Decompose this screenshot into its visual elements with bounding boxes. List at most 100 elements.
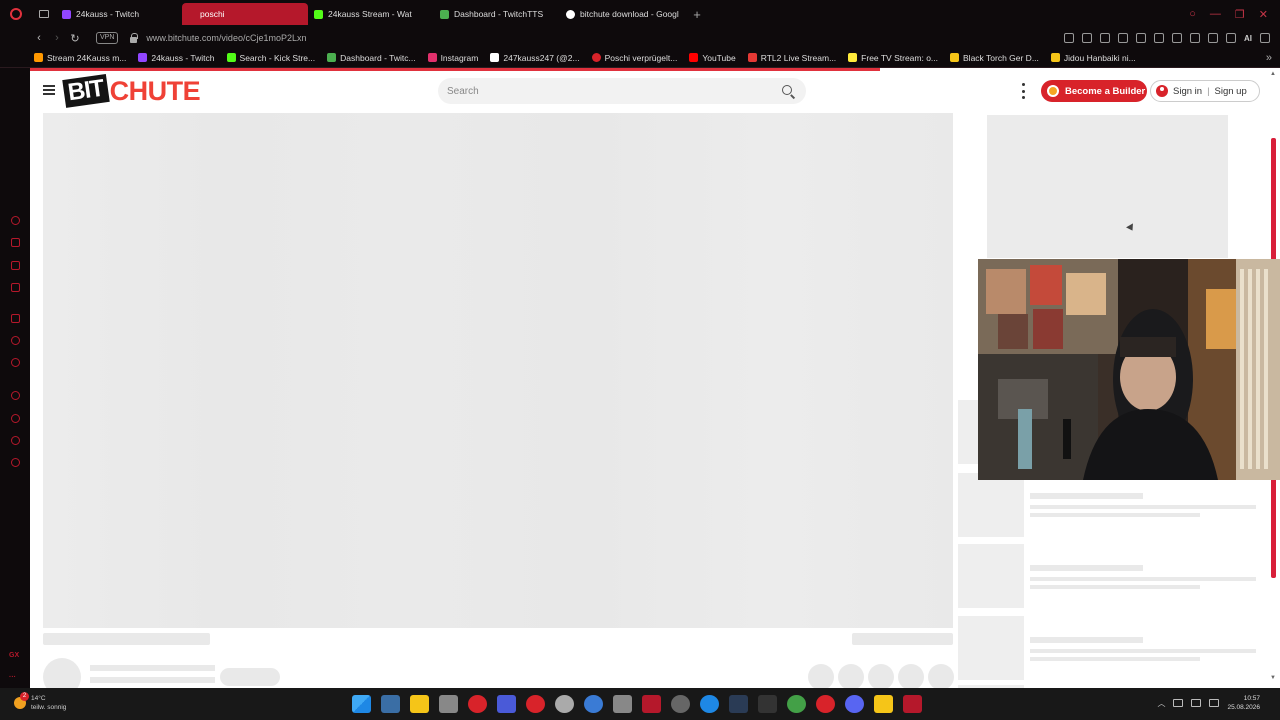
volume-icon[interactable] [1191, 699, 1202, 707]
sidebar-settings-icon[interactable] [11, 458, 20, 467]
app-icon[interactable] [468, 695, 487, 713]
notification-badge: 2 [20, 692, 29, 701]
bookmark-item[interactable]: Black Torch Ger D... [950, 53, 1039, 63]
obs-icon[interactable] [671, 695, 690, 713]
clock[interactable]: 10:57 25.08.2026 [1227, 694, 1260, 712]
tab-google[interactable]: bitchute download - Googl [560, 3, 686, 25]
search-tabs-icon[interactable]: ○ [1189, 8, 1196, 21]
sidebar-player-icon[interactable] [11, 283, 20, 292]
reload-icon[interactable]: ↻ [66, 28, 84, 48]
tab-twitch[interactable]: 24kauss - Twitch [56, 3, 182, 25]
sidebar-messenger-icon[interactable] [11, 314, 20, 323]
maximize-icon[interactable]: ❐ [1235, 8, 1245, 21]
bookmark-item[interactable]: Search - Kick Stre... [226, 53, 315, 63]
bookmark-item[interactable]: 24kauss - Twitch [138, 53, 215, 63]
scroll-down-icon[interactable]: ▼ [1270, 675, 1276, 681]
search-icon[interactable] [782, 85, 792, 95]
user-icon [1156, 85, 1168, 97]
hamburger-menu-icon[interactable] [43, 85, 55, 95]
app-icon[interactable] [642, 695, 661, 713]
bookmark-item[interactable]: Instagram [427, 53, 478, 63]
v-app-icon[interactable] [497, 695, 516, 713]
bitchute-logo[interactable]: BIT CHUTE [62, 74, 201, 108]
sidebar-red-icon[interactable] [11, 358, 20, 367]
play-icon[interactable] [1136, 33, 1146, 43]
app-icon[interactable] [613, 695, 632, 713]
sign-up-link[interactable]: Sign up [1215, 86, 1247, 97]
tray-expand-icon[interactable]: ︿ [1157, 698, 1165, 709]
app-icon[interactable] [584, 695, 603, 713]
network-icon[interactable] [1173, 699, 1184, 707]
app-icon[interactable] [874, 695, 893, 713]
app-icon[interactable] [700, 695, 719, 713]
translate-icon[interactable] [1118, 33, 1128, 43]
download-icon[interactable] [1208, 33, 1218, 43]
bookmark-item[interactable]: RTL2 Live Stream... [747, 53, 836, 63]
avatar[interactable] [1190, 33, 1200, 43]
snapshot-icon[interactable] [1082, 33, 1092, 43]
bookmark-item[interactable]: Dashboard - Twitc... [327, 53, 416, 63]
new-tab-button[interactable]: + [686, 3, 708, 25]
app-icon[interactable] [555, 695, 574, 713]
file-explorer-icon[interactable] [410, 695, 429, 713]
related-meta-skeleton [1030, 505, 1256, 509]
action-skeleton [838, 664, 864, 688]
battery-icon[interactable] [1209, 699, 1220, 707]
tab-kick[interactable]: 24kauss Stream - Wat [308, 3, 434, 25]
app-icon[interactable] [903, 695, 922, 713]
opera-gx-icon[interactable] [816, 695, 835, 713]
sign-in-link[interactable]: Sign in [1173, 86, 1202, 97]
search-input[interactable] [447, 85, 747, 97]
start-icon[interactable] [352, 695, 371, 713]
sidebar-percent-icon[interactable] [11, 336, 20, 345]
sidebar-clock-icon[interactable] [11, 414, 20, 423]
sidebar-aria-icon[interactable] [11, 216, 20, 225]
app-icon[interactable] [758, 695, 777, 713]
mouse-app-icon[interactable] [439, 695, 458, 713]
more-options-icon[interactable] [1022, 83, 1026, 99]
bookmark-item[interactable]: Free TV Stream: o... [848, 53, 938, 63]
become-builder-button[interactable]: Become a Builder [1041, 80, 1147, 102]
url-field[interactable]: www.bitchute.com/video/cCje1moP2Lxn [146, 33, 306, 43]
sidebar-gx-icon[interactable]: GX [9, 652, 19, 659]
opera-logo-icon[interactable] [0, 0, 32, 28]
scroll-up-icon[interactable]: ▲ [1270, 71, 1276, 77]
video-player-skeleton[interactable] [43, 113, 953, 628]
menu-icon[interactable] [1260, 33, 1270, 43]
cube-icon[interactable] [1172, 33, 1182, 43]
weather-widget[interactable]: 2 14°C teilw. sonnig [14, 692, 66, 712]
forward-icon[interactable]: › [48, 28, 66, 48]
chrome-icon[interactable] [787, 695, 806, 713]
bookmark-item[interactable]: YouTube [689, 52, 736, 63]
bookmarks-more-button[interactable]: » [1266, 52, 1280, 64]
sidebar-twitch-icon[interactable] [11, 261, 20, 270]
lock-icon[interactable] [126, 32, 140, 43]
minimize-icon[interactable]: — [1210, 8, 1221, 21]
sidebar-bag-icon[interactable] [11, 238, 20, 247]
heart-icon[interactable] [1154, 33, 1164, 43]
sidebar-target-icon[interactable] [11, 391, 20, 400]
ai-button[interactable]: AI [1244, 34, 1252, 43]
tab-dashboard[interactable]: Dashboard - TwitchTTS [434, 3, 560, 25]
close-icon[interactable]: ✕ [1259, 8, 1268, 21]
shield-icon[interactable] [1100, 33, 1110, 43]
discord-icon[interactable] [845, 695, 864, 713]
bookmark-icon[interactable] [1064, 33, 1074, 43]
related-thumb-skeleton [958, 616, 1024, 680]
bookmark-item[interactable]: Stream 24Kauss m... [34, 53, 126, 63]
tab-poschi[interactable]: poschi [182, 3, 308, 25]
calculator-icon[interactable] [381, 695, 400, 713]
send-icon[interactable] [1226, 33, 1236, 43]
app-icon[interactable] [526, 695, 545, 713]
sidebar-cube-icon[interactable] [11, 436, 20, 445]
bookmark-item[interactable]: Jidou Hanbaiki ni... [1050, 53, 1136, 63]
vpn-badge[interactable]: VPN [96, 32, 119, 44]
bookmark-label: YouTube [702, 52, 736, 63]
bookmark-item[interactable]: Poschi verprügelt... [591, 53, 677, 63]
back-icon[interactable]: ‹ [30, 28, 48, 48]
steam-icon[interactable] [729, 695, 748, 713]
tab-label: Dashboard - TwitchTTS [454, 9, 544, 19]
bookmark-item[interactable]: 247kauss247 (@2... [490, 53, 580, 63]
tab-list-icon[interactable] [32, 0, 56, 28]
sidebar-more-icon[interactable]: ··· [9, 674, 16, 681]
